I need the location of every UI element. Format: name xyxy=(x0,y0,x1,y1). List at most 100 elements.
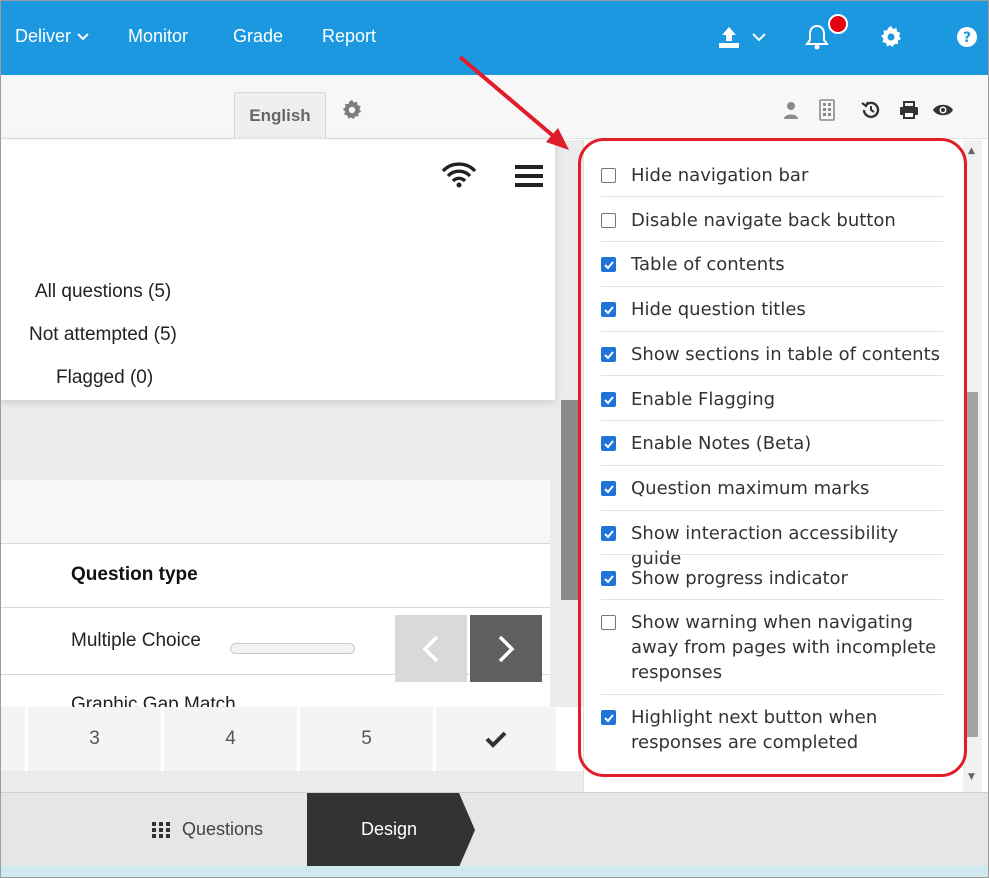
option-label: Show interaction accessibility guide xyxy=(631,523,899,569)
options-scrollbar[interactable]: ▲ ▼ xyxy=(963,140,982,792)
bottom-tab-bar: Questions Design xyxy=(0,792,989,867)
help-icon[interactable]: ? xyxy=(952,22,982,52)
option-divider xyxy=(601,331,943,332)
chevron-right-icon xyxy=(498,635,515,662)
user-icon[interactable] xyxy=(778,97,804,123)
upload-icon[interactable] xyxy=(714,22,744,52)
language-settings-gear-icon[interactable] xyxy=(339,97,365,123)
table-top-bar xyxy=(0,480,550,544)
option-divider xyxy=(601,286,943,287)
checkbox-unchecked[interactable] xyxy=(601,615,616,630)
checkbox-unchecked[interactable] xyxy=(601,168,616,183)
table-row-graphic-gap-match[interactable]: Graphic Gap Match xyxy=(71,694,236,708)
option-row[interactable]: Enable Flagging xyxy=(601,387,943,412)
column-header-question-type: Question type xyxy=(71,564,198,585)
checkbox-checked[interactable] xyxy=(601,571,616,586)
filter-not-attempted[interactable]: Not attempted (5) xyxy=(29,324,177,346)
checkbox-unchecked[interactable] xyxy=(601,213,616,228)
notification-badge-icon xyxy=(828,14,848,34)
option-label: Hide navigation bar xyxy=(631,165,809,186)
option-row[interactable]: Enable Notes (Beta) xyxy=(601,431,943,456)
language-tab[interactable]: English xyxy=(234,92,326,139)
option-row[interactable]: Highlight next button when responses are… xyxy=(601,705,943,755)
check-icon xyxy=(485,731,507,748)
nav-grade[interactable]: Grade xyxy=(233,26,283,47)
page-cell-3[interactable]: 3 xyxy=(28,707,164,771)
checkbox-checked[interactable] xyxy=(601,436,616,451)
top-nav-bar: Deliver Monitor Grade Report ? xyxy=(0,0,989,75)
checkbox-checked[interactable] xyxy=(601,347,616,362)
option-divider xyxy=(601,375,943,376)
option-label: Show progress indicator xyxy=(631,568,848,589)
option-divider xyxy=(601,510,943,511)
option-divider xyxy=(601,465,943,466)
checkbox-checked[interactable] xyxy=(601,710,616,725)
chevron-down-icon xyxy=(77,32,89,40)
tab-design[interactable]: Design xyxy=(307,793,475,867)
next-button[interactable] xyxy=(470,615,542,682)
option-row[interactable]: Show interaction accessibility guide xyxy=(601,521,943,571)
option-label: Show sections in table of contents xyxy=(631,344,941,365)
eye-icon[interactable] xyxy=(930,97,956,123)
option-label: Question maximum marks xyxy=(631,478,870,499)
preview-toolbar: English xyxy=(0,75,989,139)
option-row[interactable]: Show warning when navigating away from p… xyxy=(601,610,943,685)
option-label: Highlight next button when responses are… xyxy=(631,707,878,753)
wifi-icon xyxy=(441,162,477,192)
checkbox-checked[interactable] xyxy=(601,481,616,496)
row-progress-bar xyxy=(230,643,355,654)
history-icon[interactable] xyxy=(858,97,884,123)
row-divider xyxy=(0,607,550,608)
option-row[interactable]: Show progress indicator xyxy=(601,566,943,591)
footer-strip xyxy=(0,866,989,878)
option-label: Enable Flagging xyxy=(631,389,776,410)
checkbox-checked[interactable] xyxy=(601,392,616,407)
option-row[interactable]: Disable navigate back button xyxy=(601,208,943,233)
navigation-menu-card: All questions (5) Not attempted (5) Flag… xyxy=(0,140,555,400)
scroll-up-arrow-icon[interactable]: ▲ xyxy=(968,146,975,156)
svg-text:?: ? xyxy=(963,30,971,46)
filter-all-questions[interactable]: All questions (5) xyxy=(35,281,171,303)
option-row[interactable]: Table of contents xyxy=(601,252,943,277)
page-cell-5[interactable]: 5 xyxy=(300,707,436,771)
checkbox-checked[interactable] xyxy=(601,302,616,317)
option-label: Disable navigate back button xyxy=(631,210,896,231)
option-row[interactable]: Hide question titles xyxy=(601,297,943,322)
option-row[interactable]: Hide navigation bar xyxy=(601,163,943,188)
nav-deliver-label: Deliver xyxy=(15,26,72,46)
checkbox-checked[interactable] xyxy=(601,257,616,272)
filter-flagged[interactable]: Flagged (0) xyxy=(56,367,153,389)
tab-questions-label: Questions xyxy=(182,819,264,839)
grid-icon xyxy=(152,821,170,838)
option-label: Show warning when navigating away from p… xyxy=(631,612,937,683)
option-divider xyxy=(601,196,943,197)
print-icon[interactable] xyxy=(896,97,922,123)
nav-report[interactable]: Report xyxy=(322,26,376,47)
questions-table: Question type Multiple Choice Graphic Ga… xyxy=(0,480,550,708)
scroll-down-arrow-icon[interactable]: ▼ xyxy=(968,772,975,782)
row-divider xyxy=(0,674,550,675)
options-scrollbar-thumb[interactable] xyxy=(967,392,978,737)
option-row[interactable]: Show sections in table of contents xyxy=(601,342,943,367)
tab-design-label: Design xyxy=(361,819,418,839)
chevron-left-icon xyxy=(422,635,439,662)
page-navigator: 3 4 5 xyxy=(0,707,583,771)
preview-scrollbar-thumb[interactable] xyxy=(561,400,581,600)
table-row-multiple-choice[interactable]: Multiple Choice xyxy=(71,630,201,652)
gear-icon[interactable] xyxy=(876,22,906,52)
tab-questions[interactable]: Questions xyxy=(152,819,263,840)
option-divider xyxy=(601,694,943,695)
option-row[interactable]: Question maximum marks xyxy=(601,476,943,501)
checkbox-checked[interactable] xyxy=(601,526,616,541)
page-cell-finish[interactable] xyxy=(436,707,556,771)
nav-deliver[interactable]: Deliver xyxy=(15,26,89,47)
tablet-icon[interactable] xyxy=(814,97,840,123)
nav-monitor[interactable]: Monitor xyxy=(128,26,188,47)
page-cell-4[interactable]: 4 xyxy=(164,707,300,771)
previous-button[interactable] xyxy=(395,615,467,682)
hamburger-menu-icon[interactable] xyxy=(515,164,543,192)
option-divider xyxy=(601,554,943,555)
page-cell-partial[interactable] xyxy=(0,707,28,771)
option-divider xyxy=(601,241,943,242)
upload-menu-chevron-icon[interactable] xyxy=(744,22,774,52)
